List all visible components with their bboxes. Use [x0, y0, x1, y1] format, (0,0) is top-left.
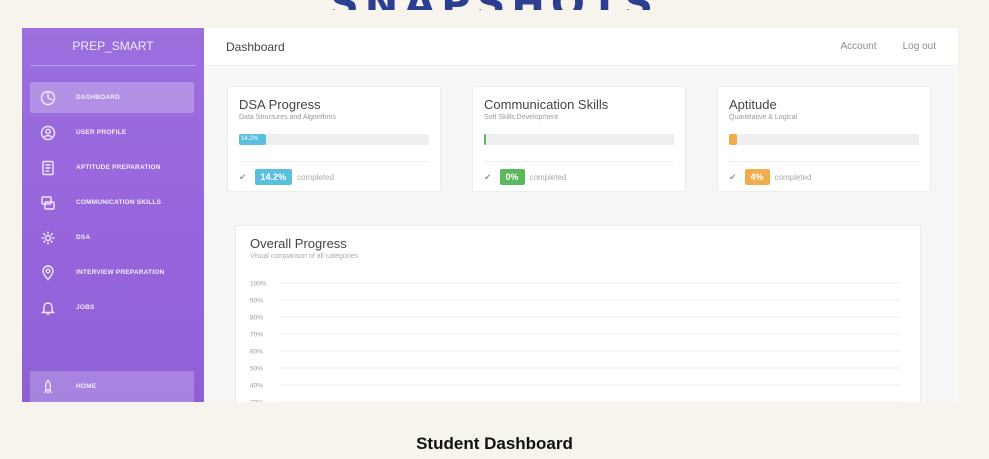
- user-icon: [39, 124, 57, 142]
- card-subtitle: Data Structures and Algorithms: [239, 114, 336, 121]
- chart-subtitle: Visual comparison of all categories: [250, 253, 359, 260]
- status-text: completed: [297, 172, 334, 182]
- dsa-progress-card: DSA Progress Data Structures and Algorit…: [227, 86, 441, 192]
- sidebar-item-interview[interactable]: Interview Preparation: [30, 257, 194, 288]
- sidebar-item-label: Home: [76, 383, 97, 390]
- card-title: Communication Skills: [484, 97, 609, 112]
- card-footer: ✔ 4% completed: [729, 161, 919, 185]
- progress-badge: 14.2%: [254, 169, 293, 185]
- y-tick-label: 40%: [250, 383, 263, 390]
- sidebar-nav: Dashboard User Profile Aptitude Preparat…: [30, 82, 194, 327]
- card-subtitle: Soft Skills Development: [484, 114, 558, 121]
- chat-icon: [39, 194, 57, 212]
- overall-progress-chart: Overall Progress Visual comparison of al…: [235, 225, 921, 402]
- communication-skills-card: Communication Skills Soft Skills Develop…: [472, 86, 686, 192]
- sidebar-item-user-profile[interactable]: User Profile: [30, 117, 194, 148]
- location-icon: [39, 264, 57, 282]
- card-footer: ✔ 14.2% completed: [239, 161, 429, 185]
- sidebar-item-communication[interactable]: Communication Skills: [30, 187, 194, 218]
- sidebar-item-dashboard[interactable]: Dashboard: [30, 82, 194, 113]
- progress-badge: 0%: [499, 169, 525, 185]
- check-icon: ✔: [239, 171, 247, 182]
- y-tick-label: 80%: [250, 315, 263, 322]
- sidebar-item-aptitude[interactable]: Aptitude Preparation: [30, 152, 194, 183]
- y-tick-label: 70%: [250, 332, 263, 339]
- document-icon: [39, 159, 57, 177]
- progress-bar: [729, 134, 919, 145]
- check-icon: ✔: [484, 171, 492, 182]
- main-content: DSA Progress Data Structures and Algorit…: [204, 67, 958, 402]
- sidebar-item-label: DSA: [76, 234, 91, 241]
- y-tick-label: 60%: [250, 349, 263, 356]
- sidebar-item-label: User Profile: [76, 129, 127, 136]
- app-window: PREP_SMART Dashboard User Profile Aptitu…: [22, 28, 958, 402]
- chart-title: Overall Progress: [250, 236, 347, 251]
- card-title: DSA Progress: [239, 97, 321, 112]
- card-title: Aptitude: [729, 97, 777, 112]
- y-tick-label: 100%: [250, 281, 267, 288]
- progress-bar: 14.2%: [239, 134, 429, 145]
- banner-heading: SNAPSHOTS: [330, 0, 660, 10]
- y-tick-label: 30%: [250, 400, 263, 403]
- account-link[interactable]: Account: [840, 41, 876, 52]
- y-tick-label: 50%: [250, 366, 263, 373]
- sidebar: PREP_SMART Dashboard User Profile Aptitu…: [22, 28, 204, 402]
- gear-icon: [39, 229, 57, 247]
- status-text: completed: [774, 172, 812, 182]
- image-caption: Student Dashboard: [416, 434, 573, 453]
- check-icon: ✔: [729, 171, 737, 182]
- top-bar: Dashboard Account Log out: [204, 28, 958, 66]
- card-footer: ✔ 0% completed: [484, 161, 674, 185]
- progress-bar-fill: [484, 134, 486, 145]
- aptitude-card: Aptitude Quantitative & Logical ✔ 4% com…: [717, 86, 931, 192]
- progress-bar-fill: 14.2%: [239, 134, 266, 145]
- status-text: completed: [529, 172, 567, 182]
- sidebar-item-label: Communication Skills: [76, 199, 162, 206]
- sidebar-item-label: Aptitude Preparation: [76, 164, 161, 171]
- sidebar-item-jobs[interactable]: Jobs: [30, 292, 194, 323]
- bell-icon: [39, 299, 57, 317]
- sidebar-item-dsa[interactable]: DSA: [30, 222, 194, 253]
- progress-bar-fill: [729, 134, 737, 145]
- progress-badge: 4%: [744, 169, 770, 185]
- progress-bar: [484, 134, 674, 145]
- dashboard-icon: [39, 89, 57, 107]
- sidebar-item-home[interactable]: Home: [30, 371, 194, 402]
- sidebar-item-label: Jobs: [76, 304, 95, 311]
- rocket-icon: [39, 378, 57, 396]
- sidebar-item-label: Dashboard: [76, 94, 121, 101]
- page-title: Dashboard: [226, 39, 285, 54]
- sidebar-item-label: Interview Preparation: [76, 269, 165, 276]
- y-tick-label: 90%: [250, 298, 263, 305]
- logout-link[interactable]: Log out: [903, 41, 936, 52]
- chart-plot-area: 100% 90% 80% 70% 60% 50% 40% 30%: [250, 281, 900, 403]
- card-subtitle: Quantitative & Logical: [729, 114, 798, 121]
- brand-logo[interactable]: PREP_SMART: [30, 28, 196, 66]
